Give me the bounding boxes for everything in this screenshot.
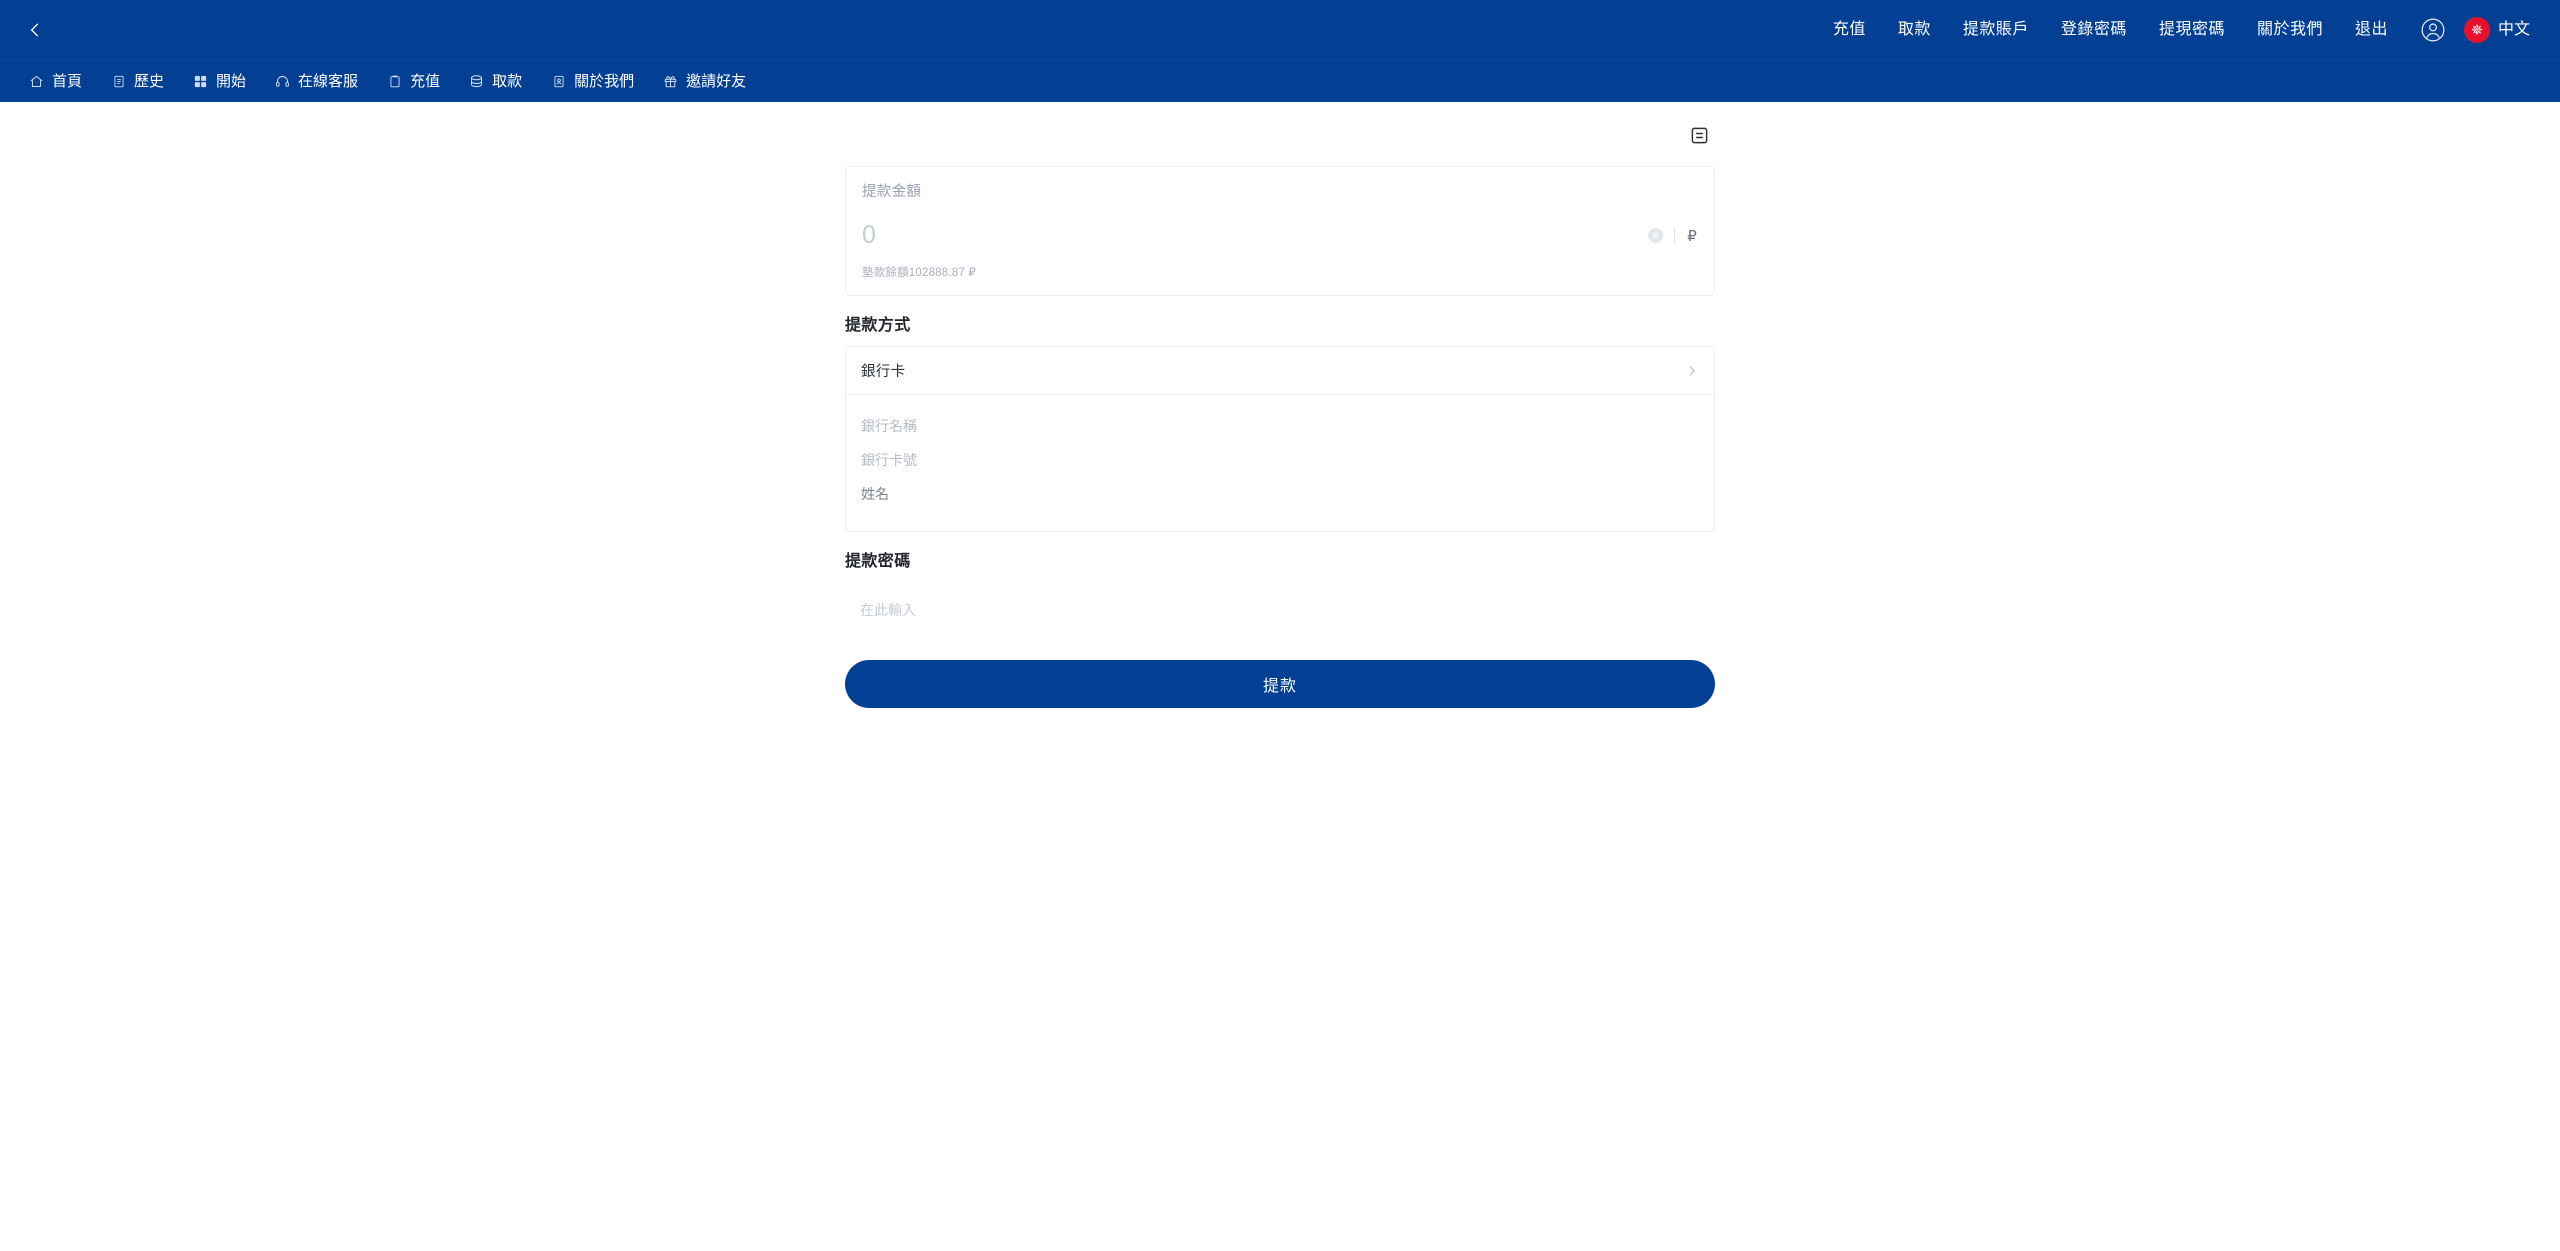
withdraw-amount-card: 提款金額 ₽ 墊款餘額102888.87 ₽ [845,166,1715,296]
withdraw-method-title: 提款方式 [845,317,911,334]
subnav-label: 充值 [410,73,441,90]
top-navigation: 充值 取款 提款賬戶 登錄密碼 提現密碼 關於我們 退出 ✵ 中文 [1817,0,2530,60]
withdraw-method-card: 銀行卡 [845,346,1715,532]
withdraw-submit-button[interactable]: 提款 [845,660,1715,708]
subnav-item-invite-friends[interactable]: 邀請好友 [648,73,760,90]
subnav-item-withdraw[interactable]: 取款 [454,73,536,90]
topnav-item-withdraw-password[interactable]: 提現密碼 [2143,22,2241,38]
subnav-label: 首頁 [52,73,83,90]
id-card-icon [550,73,567,90]
withdraw-password-input[interactable] [860,600,1700,620]
subnav-item-online-support[interactable]: 在線客服 [260,73,372,90]
topnav-item-withdraw-account[interactable]: 提款賬戶 [1947,22,2045,38]
subnav-label: 邀請好友 [686,73,747,90]
withdraw-amount-label: 提款金額 [862,184,922,200]
field-line-account-holder-name [861,477,1699,511]
currency-symbol: ₽ [1687,227,1697,245]
clipboard-icon [386,73,403,90]
subnav-item-history[interactable]: 歷史 [96,73,178,90]
topnav-item-about-us[interactable]: 關於我們 [2241,22,2339,38]
withdraw-password-title: 提款密碼 [845,553,911,570]
withdraw-method-selected-label: 銀行卡 [861,364,906,380]
chevron-right-icon [1685,364,1699,378]
hongkong-flag-icon: ✵ [2463,17,2490,43]
withdraw-amount-input-row: ₽ [862,220,1698,252]
home-icon [28,73,45,90]
vertical-divider [1674,227,1675,244]
submit-wrap: 提款 [845,660,1715,708]
record-row [845,116,1715,154]
clear-circle-icon[interactable] [1648,228,1663,243]
headset-icon [274,73,291,90]
withdraw-method-selector[interactable]: 銀行卡 [846,347,1714,395]
subnav-item-about-us[interactable]: 關於我們 [536,73,648,90]
language-selector[interactable]: ✵ 中文 [2463,17,2530,43]
field-line-bank-card-number [861,443,1699,477]
subnav-item-start[interactable]: 開始 [178,73,260,90]
gift-icon [662,73,679,90]
subnav-label: 關於我們 [574,73,635,90]
subnav-label: 在線客服 [298,73,359,90]
balance-note: 墊款餘額102888.87 ₽ [862,266,976,279]
secondary-navigation-bar: 首頁 歷史 開始 在線客服 充值 取款 關於我們 邀請好友 [0,60,2560,102]
history-document-icon [110,73,127,90]
user-circle-icon[interactable] [2418,15,2448,45]
withdraw-password-wrap [845,582,1715,620]
database-stack-icon [468,73,485,90]
topnav-item-login-password[interactable]: 登錄密碼 [2045,22,2143,38]
bank-detail-fields [846,395,1714,531]
account-holder-name-input[interactable] [861,486,1699,502]
subnav-label: 開始 [216,73,247,90]
language-label: 中文 [2497,21,2530,38]
bank-name-input[interactable] [861,418,1699,434]
topnav-item-withdraw[interactable]: 取款 [1882,22,1947,38]
withdraw-form-container: 提款金額 ₽ 墊款餘額102888.87 ₽ 提款方式 銀行卡 [845,102,1715,1251]
subnav-label: 取款 [492,73,523,90]
bank-card-number-input[interactable] [861,452,1699,468]
chevron-left-icon [25,20,45,40]
subnav-item-home[interactable]: 首頁 [14,73,96,90]
subnav-label: 歷史 [134,73,165,90]
back-button[interactable] [0,0,70,60]
subnav-item-recharge[interactable]: 充值 [372,73,454,90]
page-body: 提款金額 ₽ 墊款餘額102888.87 ₽ 提款方式 銀行卡 [0,102,2560,1251]
record-list-icon[interactable] [1687,123,1711,147]
grid-squares-icon [192,73,209,90]
field-line-bank-name [861,409,1699,443]
withdraw-amount-input[interactable] [862,221,1648,250]
top-header-bar: 充值 取款 提款賬戶 登錄密碼 提現密碼 關於我們 退出 ✵ 中文 [0,0,2560,60]
topnav-item-logout[interactable]: 退出 [2339,22,2404,38]
topnav-item-deposit[interactable]: 充值 [1817,22,1882,38]
